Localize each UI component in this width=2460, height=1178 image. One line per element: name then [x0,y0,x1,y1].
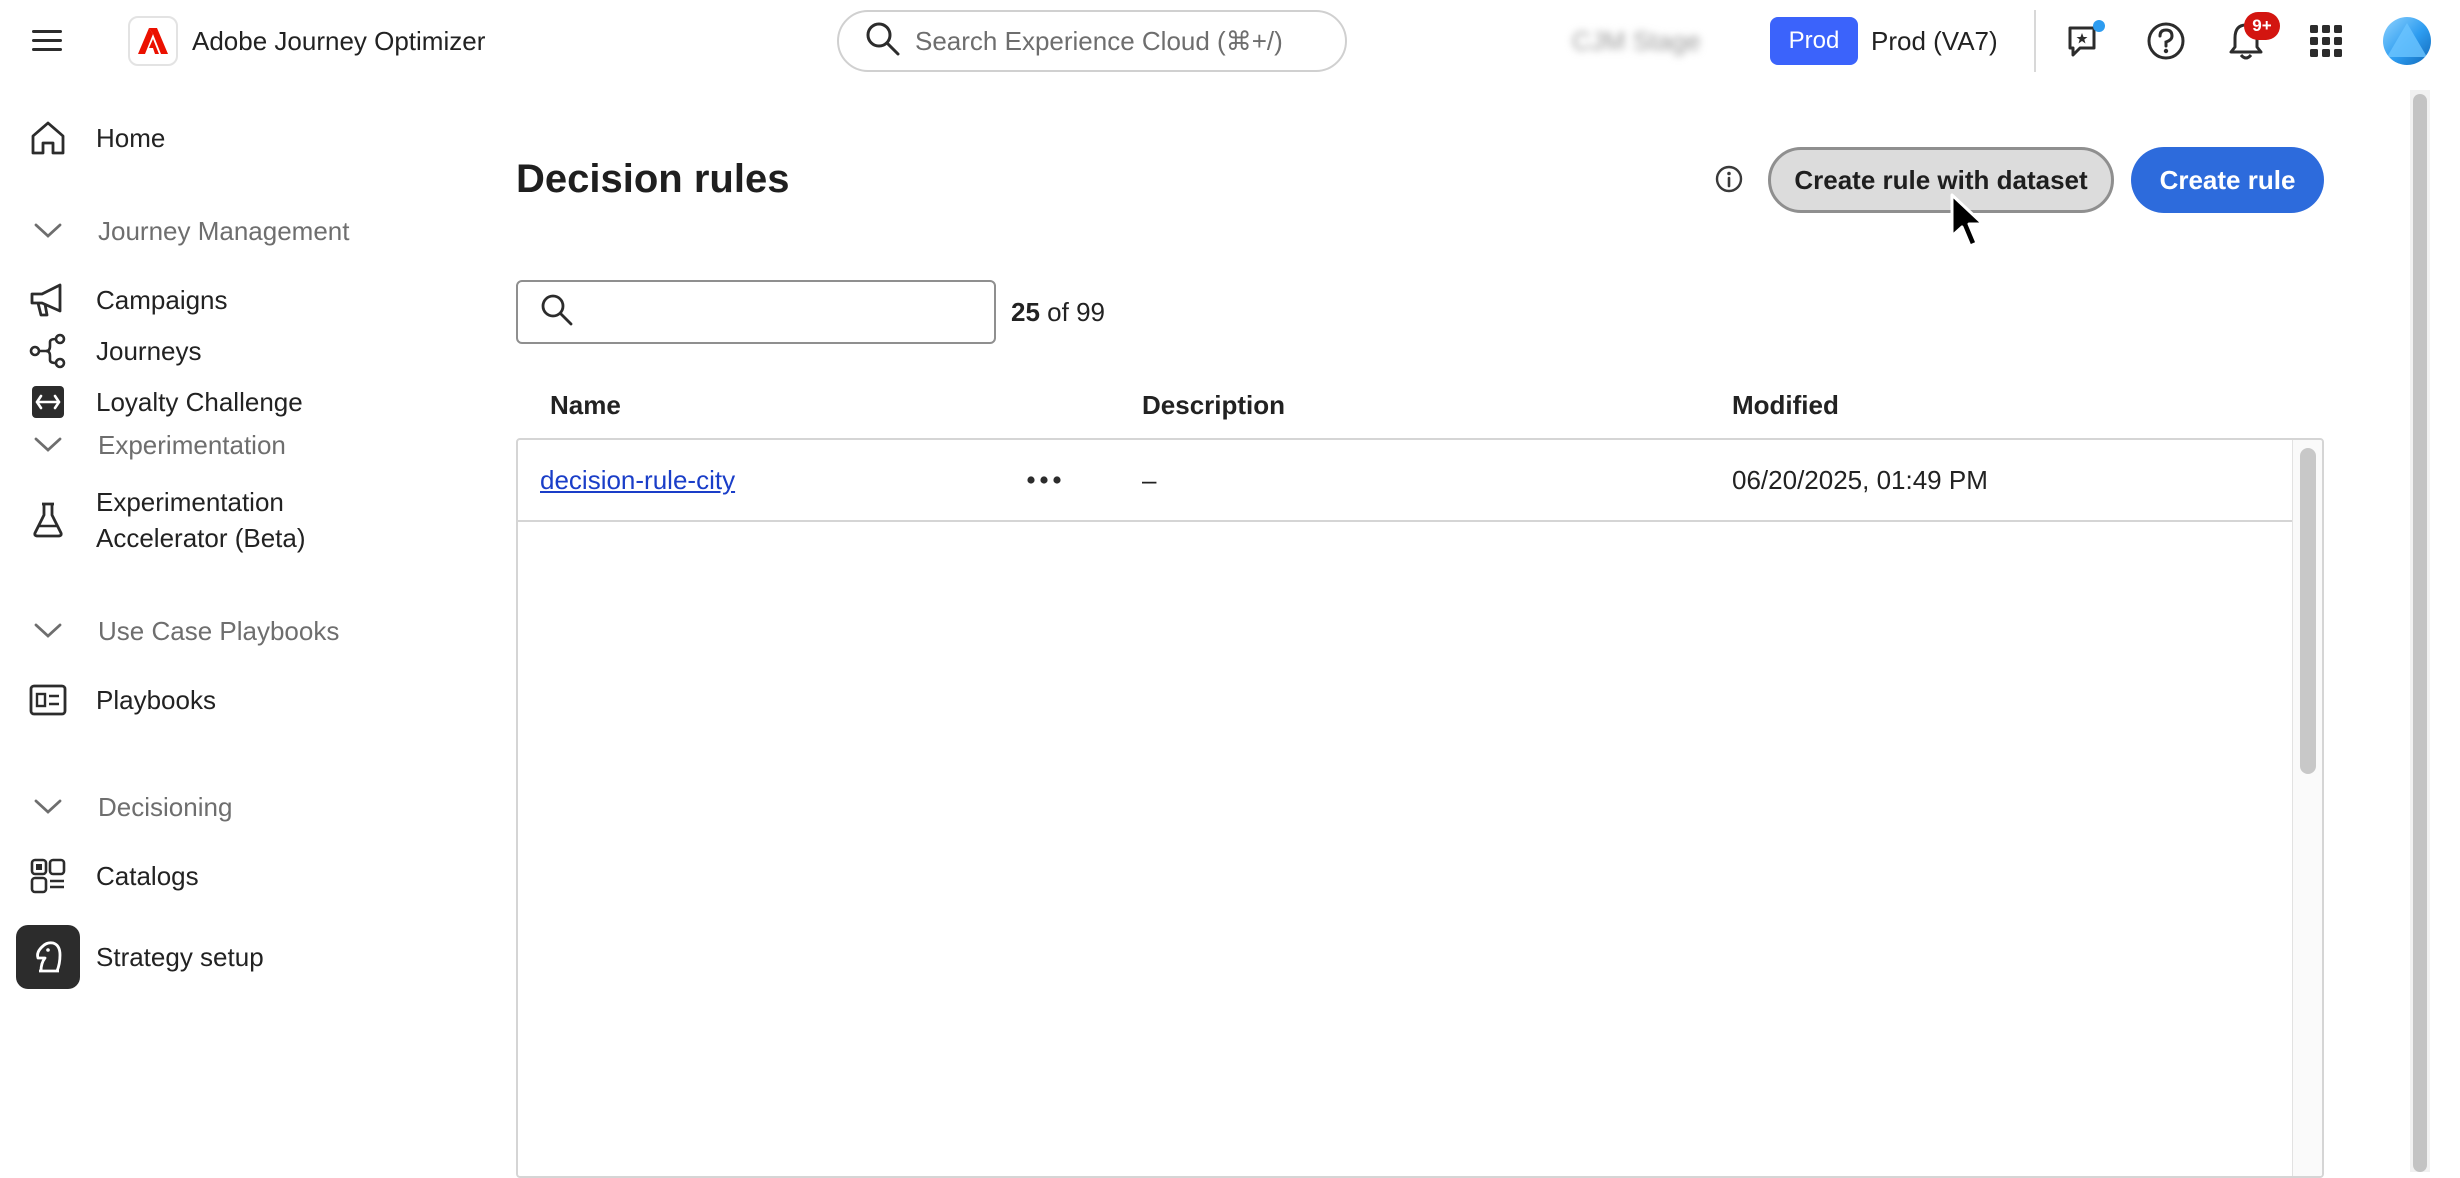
page-scrollbar-thumb[interactable] [2413,94,2427,1172]
catalog-grid-icon [16,844,80,908]
hamburger-menu-icon[interactable] [28,24,68,58]
search-icon [540,293,574,332]
sidebar-item-label: Strategy setup [96,942,264,972]
column-header-description[interactable]: Description [1142,390,1285,421]
create-rule-button[interactable]: Create rule [2131,147,2324,213]
app-name[interactable]: Adobe Journey Optimizer [192,26,485,57]
sidebar-group-use-case-playbooks[interactable]: Use Case Playbooks [16,599,456,663]
rule-description: – [1142,465,1157,495]
left-navigation: Home Journey Management Campaigns Journe… [0,82,480,1172]
result-count-shown: 25 [1011,297,1040,327]
chevron-down-icon [16,599,80,663]
sidebar-item-label: Home [96,123,166,153]
sidebar-item-label: Catalogs [96,861,199,891]
table-row[interactable]: decision-rule-city – 06/20/2025, 01:49 P… [518,440,2296,522]
table-scrollbar[interactable] [2292,440,2322,1176]
user-avatar[interactable] [2383,17,2431,65]
page-title: Decision rules [516,157,790,201]
sidebar-item-playbooks[interactable]: Playbooks [16,668,456,732]
rules-table: decision-rule-city – 06/20/2025, 01:49 P… [516,438,2324,1178]
result-count: 25 of 99 [1011,297,1105,328]
rule-name-link[interactable]: decision-rule-city [540,465,735,496]
sidebar-item-catalogs[interactable]: Catalogs [16,844,456,908]
header-divider [2034,10,2036,72]
rules-search-field[interactable] [516,280,996,344]
org-stage-label[interactable]: CJM Stage [1572,26,1701,57]
rules-search-input[interactable] [586,284,986,340]
apps-grid-icon[interactable] [2303,18,2349,64]
sidebar-item-strategy-setup[interactable]: Strategy setup [16,925,456,989]
sidebar-group-label: Journey Management [98,215,350,246]
feedback-chat-icon[interactable] [2062,18,2108,64]
global-search-placeholder: Search Experience Cloud (⌘+/) [915,25,1283,56]
strategy-chess-knight-icon [16,925,80,989]
column-header-modified[interactable]: Modified [1732,390,1839,421]
rule-modified-date: 06/20/2025, 01:49 PM [1732,465,1988,495]
sidebar-item-label: Playbooks [96,685,216,715]
sidebar-group-label: Decisioning [98,791,233,822]
adobe-logo-icon[interactable] [128,16,178,66]
chevron-down-icon [16,199,80,263]
playbook-card-icon [16,668,80,732]
sidebar-group-journey-management[interactable]: Journey Management [16,199,456,263]
sidebar-group-label: Use Case Playbooks [98,615,340,646]
sidebar-item-label: Campaigns [96,285,228,315]
top-bar: Adobe Journey Optimizer Search Experienc… [0,0,2460,82]
result-count-total: of 99 [1047,297,1105,327]
notification-count-badge: 9+ [2244,12,2280,40]
search-icon [865,21,901,62]
table-scrollbar-thumb[interactable] [2300,448,2316,774]
sidebar-group-use-case-playbooks[interactable] [16,449,456,513]
page-scrollbar[interactable] [2410,90,2430,1172]
info-icon[interactable] [1714,164,1744,194]
help-icon[interactable] [2143,18,2189,64]
sandbox-switcher[interactable]: Prod (VA7) [1871,26,1998,57]
more-actions-icon[interactable] [1022,464,1066,496]
sidebar-item-home[interactable]: Home [16,106,456,170]
environment-badge[interactable]: Prod [1770,17,1858,65]
create-rule-with-dataset-button[interactable]: Create rule with dataset [1768,147,2114,213]
column-header-name[interactable]: Name [550,390,621,421]
sidebar-group-decisioning[interactable]: Decisioning [16,775,456,839]
home-icon [16,106,80,170]
table-header: Name Description Modified [516,378,2324,438]
global-search-input[interactable]: Search Experience Cloud (⌘+/) [837,10,1347,72]
sidebar-item-label-line2: Accelerator (Beta) [96,523,306,553]
chevron-down-icon [16,775,80,839]
